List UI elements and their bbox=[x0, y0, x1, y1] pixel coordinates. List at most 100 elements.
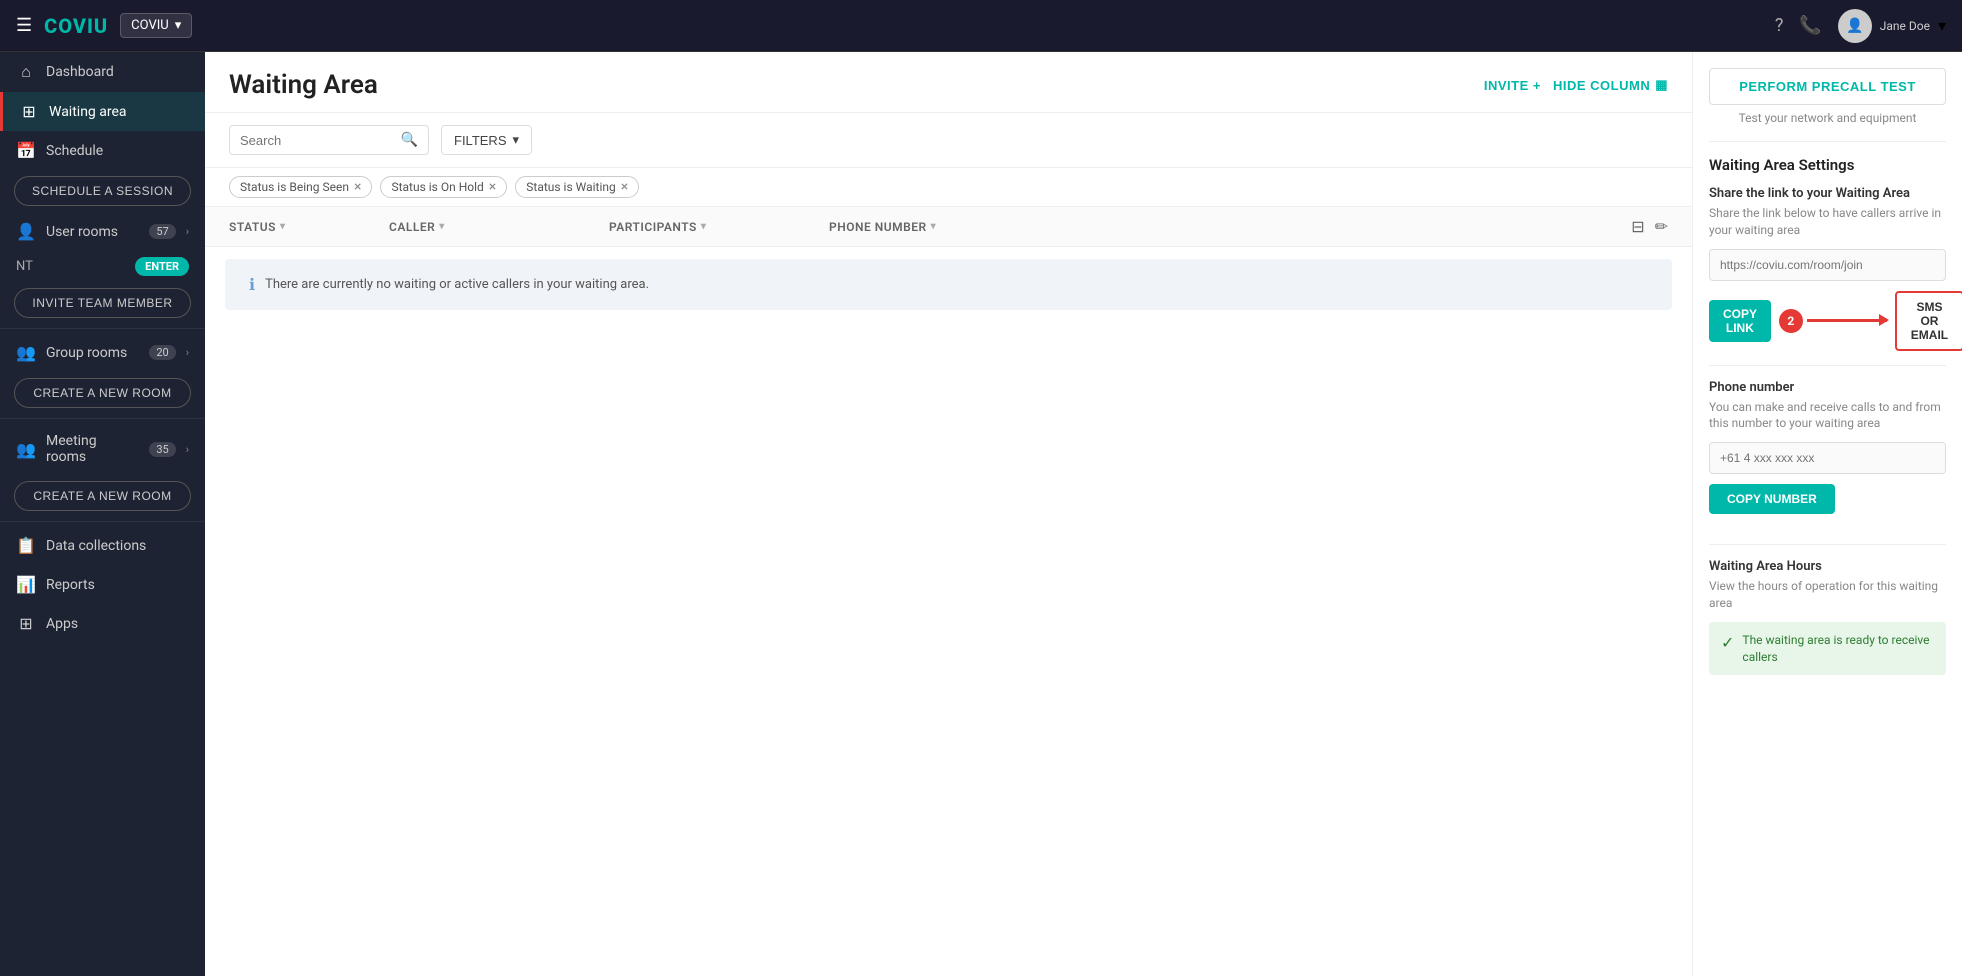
meeting-rooms-icon: 👥 bbox=[16, 440, 36, 459]
search-box: 🔍 bbox=[229, 125, 429, 155]
col-caller-header[interactable]: CALLER ▾ bbox=[389, 220, 609, 234]
invite-plus-button[interactable]: INVITE + bbox=[1484, 78, 1541, 93]
hide-col-label: HIDE COLUMN bbox=[1553, 78, 1650, 93]
hamburger-icon[interactable]: ☰ bbox=[16, 15, 32, 36]
workspace-selector[interactable]: COVIU ▾ bbox=[120, 13, 192, 38]
create-new-room-button-1[interactable]: CREATE A NEW ROOM bbox=[14, 378, 191, 408]
group-rooms-icon: 👥 bbox=[16, 343, 36, 362]
filter-tag-being-seen-label: Status is Being Seen bbox=[240, 180, 349, 194]
schedule-label: Schedule bbox=[46, 143, 189, 159]
sms-email-button[interactable]: SMS OR EMAIL bbox=[1895, 291, 1962, 351]
sidebar-item-meeting-rooms[interactable]: 👥 Meeting rooms 35 › bbox=[0, 423, 205, 475]
filter-tag-on-hold: Status is On Hold × bbox=[380, 176, 507, 198]
user-avatar-area[interactable]: 👤 Jane Doe ▾ bbox=[1838, 9, 1946, 43]
create-new-room-button-2[interactable]: CREATE A NEW ROOM bbox=[14, 481, 191, 511]
sidebar-item-apps[interactable]: ⊞ Apps bbox=[0, 604, 205, 643]
meeting-rooms-count: 35 bbox=[149, 442, 175, 457]
logo: COVIU bbox=[44, 14, 108, 38]
data-collections-label: Data collections bbox=[46, 538, 189, 554]
enter-button[interactable]: ENTER bbox=[135, 257, 189, 276]
ready-text: The waiting area is ready to receive cal… bbox=[1742, 632, 1934, 666]
hours-desc: View the hours of operation for this wai… bbox=[1709, 578, 1946, 612]
content-header: Waiting Area INVITE + HIDE COLUMN ▦ bbox=[205, 52, 1692, 113]
empty-message-row: ℹ There are currently no waiting or acti… bbox=[225, 259, 1672, 310]
copy-number-button[interactable]: COPY NUMBER bbox=[1709, 484, 1835, 514]
workspace-label: COVIU bbox=[131, 18, 169, 33]
col-caller-label: CALLER bbox=[389, 220, 435, 234]
waiting-area-label: Waiting area bbox=[49, 104, 189, 120]
user-rooms-icon: 👤 bbox=[16, 222, 36, 241]
annotation-arrow-2 bbox=[1807, 319, 1887, 322]
info-icon: ℹ bbox=[249, 275, 255, 294]
sidebar-item-user-rooms[interactable]: 👤 User rooms 57 › bbox=[0, 212, 205, 251]
sidebar-item-group-rooms[interactable]: 👥 Group rooms 20 › bbox=[0, 333, 205, 372]
dashboard-label: Dashboard bbox=[46, 64, 189, 80]
header-actions: INVITE + HIDE COLUMN ▦ bbox=[1484, 77, 1668, 93]
filter-tag-waiting: Status is Waiting × bbox=[515, 176, 639, 198]
link-input[interactable] bbox=[1709, 249, 1946, 281]
caller-sort-icon: ▾ bbox=[439, 221, 445, 232]
annotation-badge-2: 2 bbox=[1779, 309, 1803, 333]
copy-link-button[interactable]: COPY LINK bbox=[1709, 300, 1771, 342]
table-body: ℹ There are currently no waiting or acti… bbox=[205, 259, 1692, 310]
sidebar-divider-1 bbox=[0, 328, 205, 329]
hide-column-button[interactable]: HIDE COLUMN ▦ bbox=[1553, 77, 1668, 93]
phone-icon[interactable]: 📞 bbox=[1799, 15, 1821, 36]
sidebar-item-dashboard[interactable]: ⌂ Dashboard bbox=[0, 52, 205, 92]
page-title: Waiting Area bbox=[229, 70, 378, 100]
invite-team-member-button[interactable]: INVITE TEAM MEMBER bbox=[14, 288, 191, 318]
sidebar-item-reports[interactable]: 📊 Reports bbox=[0, 565, 205, 604]
help-icon[interactable]: ? bbox=[1775, 15, 1784, 36]
filter-tag-waiting-remove[interactable]: × bbox=[621, 180, 628, 194]
search-icon: 🔍 bbox=[401, 132, 418, 148]
content-area: Waiting Area INVITE + HIDE COLUMN ▦ 🔍 FI… bbox=[205, 52, 1692, 976]
precall-test-button[interactable]: PERFORM PRECALL TEST bbox=[1709, 68, 1946, 105]
share-actions: COPY LINK 2 SMS OR EMAIL bbox=[1709, 291, 1946, 351]
filter-tag-waiting-label: Status is Waiting bbox=[526, 180, 615, 194]
filter-tag-being-seen: Status is Being Seen × bbox=[229, 176, 372, 198]
right-panel: PERFORM PRECALL TEST Test your network a… bbox=[1692, 52, 1962, 976]
precall-sub-text: Test your network and equipment bbox=[1709, 111, 1946, 125]
user-name: Jane Doe bbox=[1880, 19, 1930, 33]
panel-divider-2 bbox=[1709, 365, 1946, 366]
search-input[interactable] bbox=[240, 133, 395, 148]
col-participants-label: PARTICIPANTS bbox=[609, 220, 697, 234]
phone-input[interactable] bbox=[1709, 442, 1946, 474]
nt-row: NT ENTER bbox=[0, 251, 205, 282]
filter-tag-being-seen-remove[interactable]: × bbox=[354, 180, 361, 194]
phone-sort-icon: ▾ bbox=[931, 221, 937, 232]
header-left: ☰ COVIU COVIU ▾ bbox=[16, 13, 192, 38]
nt-label: NT bbox=[16, 259, 33, 274]
status-sort-icon: ▾ bbox=[280, 221, 286, 232]
sidebar-item-waiting-area[interactable]: ⊞ Waiting area 1 bbox=[0, 92, 205, 131]
filters-button[interactable]: FILTERS ▾ bbox=[441, 125, 532, 155]
col-phone-header[interactable]: PHONE NUMBER ▾ bbox=[829, 220, 1029, 234]
schedule-icon: 📅 bbox=[16, 141, 36, 160]
col-status-header[interactable]: STATUS ▾ bbox=[229, 220, 389, 234]
schedule-session-button[interactable]: SCHEDULE A SESSION bbox=[14, 176, 191, 206]
col-participants-header[interactable]: PARTICIPANTS ▾ bbox=[609, 220, 829, 234]
user-rooms-label: User rooms bbox=[46, 224, 139, 240]
sidebar-item-data-collections[interactable]: 📋 Data collections bbox=[0, 526, 205, 565]
filter-tag-on-hold-label: Status is On Hold bbox=[391, 180, 483, 194]
panel-divider-3 bbox=[1709, 544, 1946, 545]
filter-tags: Status is Being Seen × Status is On Hold… bbox=[205, 168, 1692, 207]
user-chevron-icon: ▾ bbox=[1938, 16, 1946, 35]
sidebar-item-schedule[interactable]: 📅 Schedule bbox=[0, 131, 205, 170]
group-rooms-arrow-icon: › bbox=[186, 346, 189, 359]
share-link-desc: Share the link below to have callers arr… bbox=[1709, 205, 1946, 239]
meeting-rooms-arrow-icon: › bbox=[186, 443, 189, 456]
waiting-area-icon: ⊞ bbox=[19, 102, 39, 121]
participants-sort-icon: ▾ bbox=[701, 221, 707, 232]
apps-label: Apps bbox=[46, 616, 189, 632]
content-toolbar: 🔍 FILTERS ▾ bbox=[205, 113, 1692, 168]
group-rooms-count: 20 bbox=[149, 345, 175, 360]
workspace-chevron-icon: ▾ bbox=[175, 18, 182, 33]
apps-icon: ⊞ bbox=[16, 614, 36, 633]
table-edit-icon[interactable]: ✏ bbox=[1655, 217, 1668, 236]
share-link-label: Share the link to your Waiting Area bbox=[1709, 186, 1946, 201]
table-grid-icon[interactable]: ⊟ bbox=[1631, 217, 1644, 236]
main-layout: ⌂ Dashboard ⊞ Waiting area 1 📅 Schedule … bbox=[0, 52, 1962, 976]
user-rooms-arrow-icon: › bbox=[186, 225, 189, 238]
filter-tag-on-hold-remove[interactable]: × bbox=[489, 180, 496, 194]
